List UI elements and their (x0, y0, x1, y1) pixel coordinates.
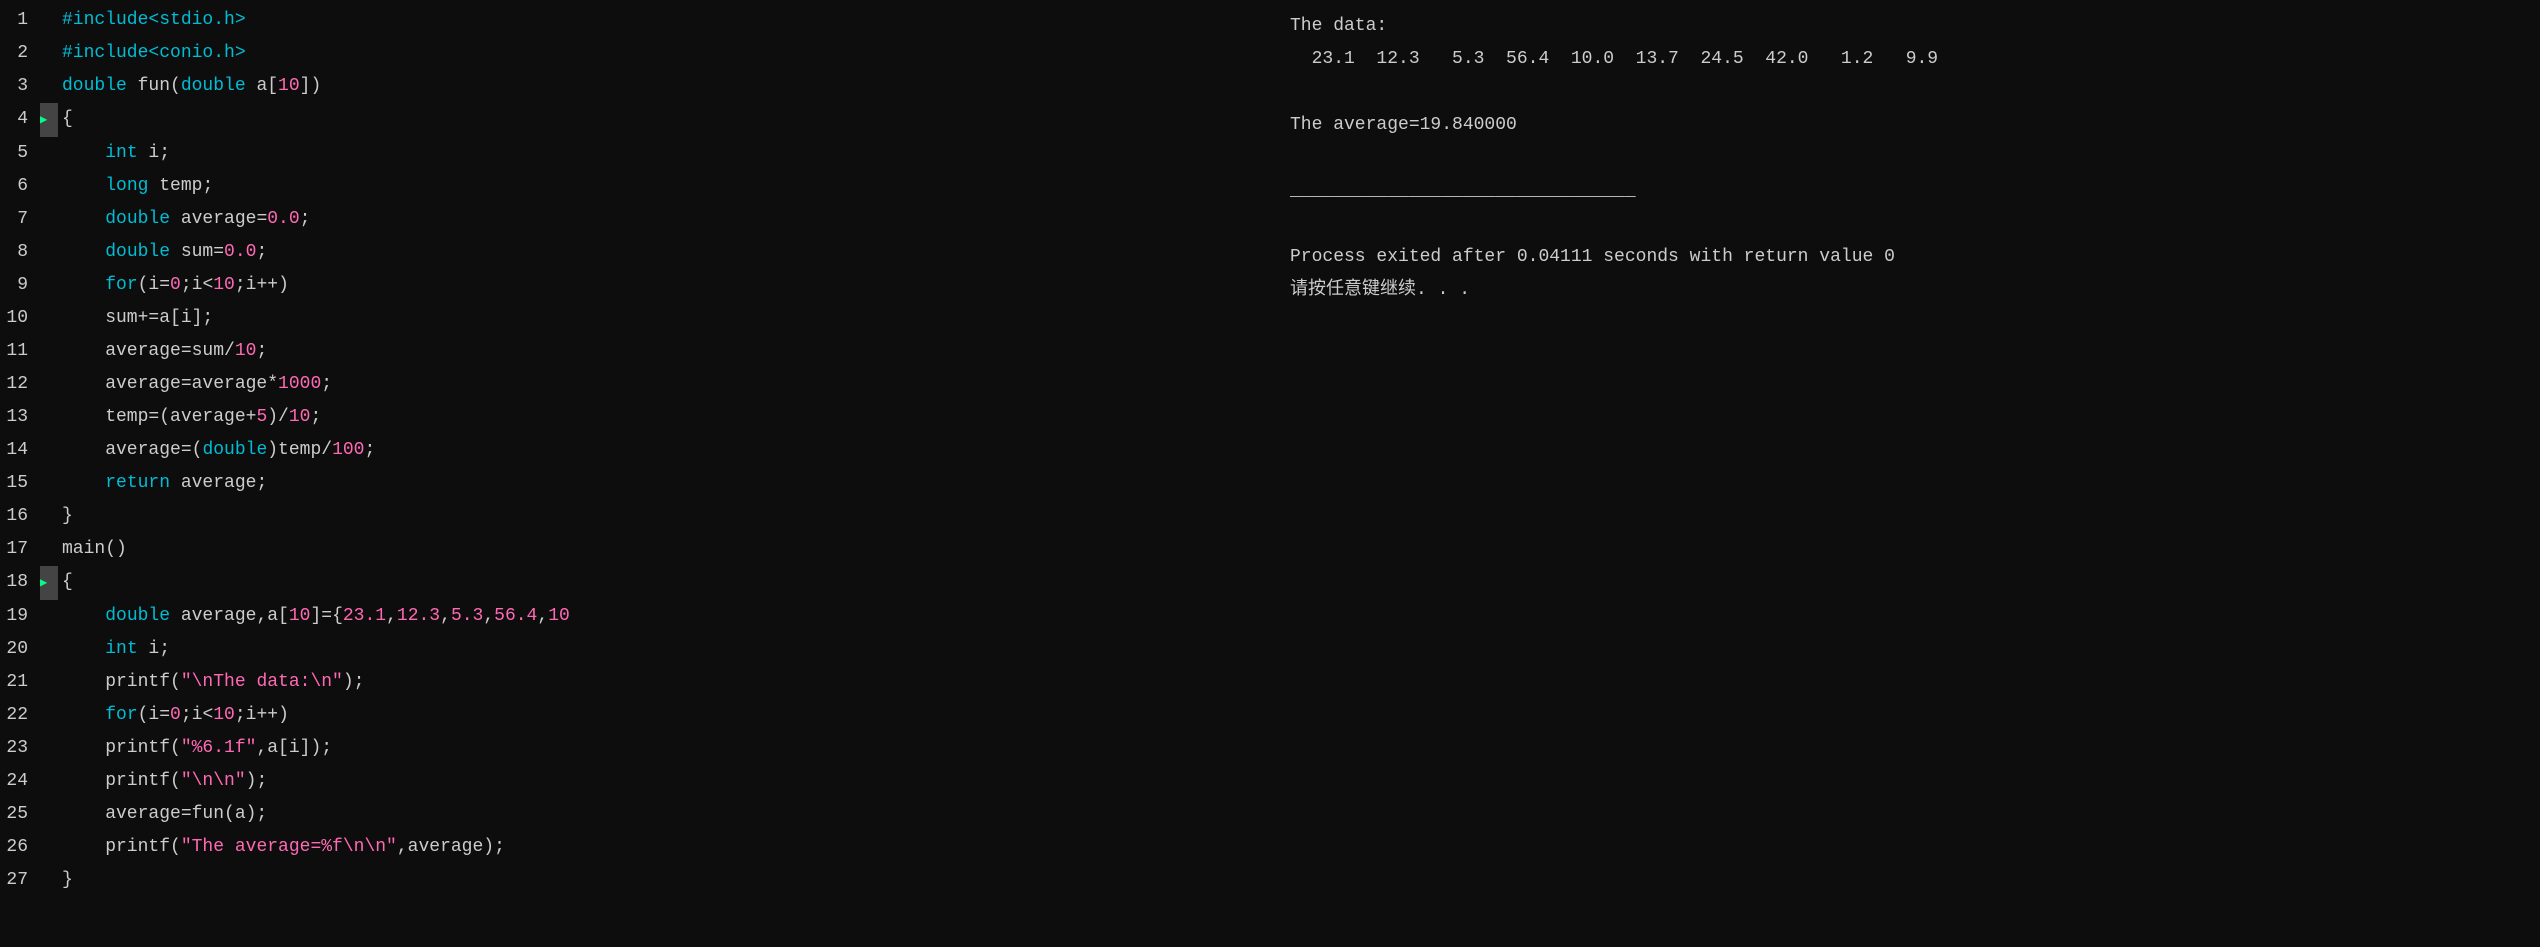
code-editor[interactable]: 1 #include<stdio.h> 2 #include<conio.h> 3 dou… (0, 0, 1270, 947)
line-number: 22 (0, 699, 40, 732)
line-number: 21 (0, 666, 40, 699)
code-line-24: 24 printf("\n\n"); (0, 765, 1270, 798)
code-content: main() (58, 533, 127, 566)
output-line-1: 23.1 12.3 5.3 56.4 10.0 13.7 24.5 42.0 1… (1290, 43, 2520, 76)
code-line-8: 8 double sum=0.0; (0, 236, 1270, 269)
code-content: int i; (58, 633, 170, 666)
line-number: 16 (0, 500, 40, 533)
code-line-16: 16} (0, 500, 1270, 533)
line-number: 26 (0, 831, 40, 864)
output-line-7: Process exited after 0.04111 seconds wit… (1290, 241, 2520, 274)
code-line-14: 14 average=(double)temp/100; (0, 434, 1270, 467)
line-number: 4 (0, 103, 40, 136)
code-content: printf("%6.1f",a[i]); (58, 732, 332, 765)
code-content: for(i=0;i<10;i++) (58, 269, 289, 302)
line-number: 19 (0, 600, 40, 633)
code-line-3: 3 double fun(double a[10]) (0, 70, 1270, 103)
code-line-23: 23 printf("%6.1f",a[i]); (0, 732, 1270, 765)
code-content: average=fun(a); (58, 798, 267, 831)
output-line-3: The average=19.840000 (1290, 109, 2520, 142)
line-number: 24 (0, 765, 40, 798)
code-content: { (58, 566, 73, 599)
code-line-27: 27} (0, 864, 1270, 897)
code-lines-container: 1 #include<stdio.h> 2 #include<conio.h> 3 dou… (0, 4, 1270, 897)
code-line-17: 17 main() (0, 533, 1270, 566)
output-line-5: ________________________________ (1290, 175, 2520, 208)
line-number: 18 (0, 566, 40, 599)
line-number: 23 (0, 732, 40, 765)
code-content: sum+=a[i]; (58, 302, 213, 335)
code-content: double average=0.0; (58, 203, 310, 236)
line-number: 6 (0, 170, 40, 203)
line-marker: ▶ (40, 103, 58, 137)
code-content: double fun(double a[10]) (58, 70, 321, 103)
code-line-11: 11 average=sum/10; (0, 335, 1270, 368)
line-number: 2 (0, 37, 40, 70)
line-number: 7 (0, 203, 40, 236)
code-content: } (58, 864, 73, 897)
code-line-10: 10 sum+=a[i]; (0, 302, 1270, 335)
code-line-19: 19 double average,a[10]={23.1,12.3,5.3,5… (0, 600, 1270, 633)
code-content: return average; (58, 467, 267, 500)
line-marker: ▶ (40, 566, 58, 600)
line-number: 1 (0, 4, 40, 37)
code-line-21: 21 printf("\nThe data:\n"); (0, 666, 1270, 699)
code-line-12: 12 average=average*1000; (0, 368, 1270, 401)
code-content: { (58, 103, 73, 136)
code-line-25: 25 average=fun(a); (0, 798, 1270, 831)
line-number: 20 (0, 633, 40, 666)
line-number: 14 (0, 434, 40, 467)
code-line-6: 6 long temp; (0, 170, 1270, 203)
output-line-2 (1290, 76, 2520, 109)
code-content: long temp; (58, 170, 213, 203)
line-number: 8 (0, 236, 40, 269)
code-line-5: 5 int i; (0, 137, 1270, 170)
code-content: double sum=0.0; (58, 236, 267, 269)
code-content: #include<stdio.h> (58, 4, 246, 37)
line-number: 12 (0, 368, 40, 401)
line-number: 10 (0, 302, 40, 335)
line-number: 25 (0, 798, 40, 831)
code-content: average=average*1000; (58, 368, 332, 401)
output-line-0: The data: (1290, 10, 2520, 43)
code-content: temp=(average+5)/10; (58, 401, 321, 434)
code-line-15: 15 return average; (0, 467, 1270, 500)
code-content: double average,a[10]={23.1,12.3,5.3,56.4… (58, 600, 570, 633)
code-content: printf("The average=%f\n\n",average); (58, 831, 505, 864)
line-number: 3 (0, 70, 40, 103)
line-number: 5 (0, 137, 40, 170)
line-number: 17 (0, 533, 40, 566)
line-number: 13 (0, 401, 40, 434)
line-number: 9 (0, 269, 40, 302)
code-line-9: 9 for(i=0;i<10;i++) (0, 269, 1270, 302)
code-content: } (58, 500, 73, 533)
code-content: #include<conio.h> (58, 37, 246, 70)
output-panel: The data: 23.1 12.3 5.3 56.4 10.0 13.7 2… (1270, 0, 2540, 947)
code-line-1: 1 #include<stdio.h> (0, 4, 1270, 37)
code-line-4: 4▶{ (0, 103, 1270, 137)
code-line-22: 22 for(i=0;i<10;i++) (0, 699, 1270, 732)
line-number: 11 (0, 335, 40, 368)
output-line-8: 请按任意键继续. . . (1290, 274, 2520, 307)
code-content: printf("\n\n"); (58, 765, 267, 798)
output-line-6 (1290, 208, 2520, 241)
line-number: 15 (0, 467, 40, 500)
code-content: for(i=0;i<10;i++) (58, 699, 289, 732)
code-line-2: 2 #include<conio.h> (0, 37, 1270, 70)
code-line-20: 20 int i; (0, 633, 1270, 666)
code-line-26: 26 printf("The average=%f\n\n",average); (0, 831, 1270, 864)
code-line-18: 18▶{ (0, 566, 1270, 600)
code-line-13: 13 temp=(average+5)/10; (0, 401, 1270, 434)
code-line-7: 7 double average=0.0; (0, 203, 1270, 236)
code-content: printf("\nThe data:\n"); (58, 666, 364, 699)
code-content: average=sum/10; (58, 335, 267, 368)
line-number: 27 (0, 864, 40, 897)
code-content: int i; (58, 137, 170, 170)
code-content: average=(double)temp/100; (58, 434, 375, 467)
output-line-4 (1290, 142, 2520, 175)
output-lines-container: The data: 23.1 12.3 5.3 56.4 10.0 13.7 2… (1290, 10, 2520, 307)
